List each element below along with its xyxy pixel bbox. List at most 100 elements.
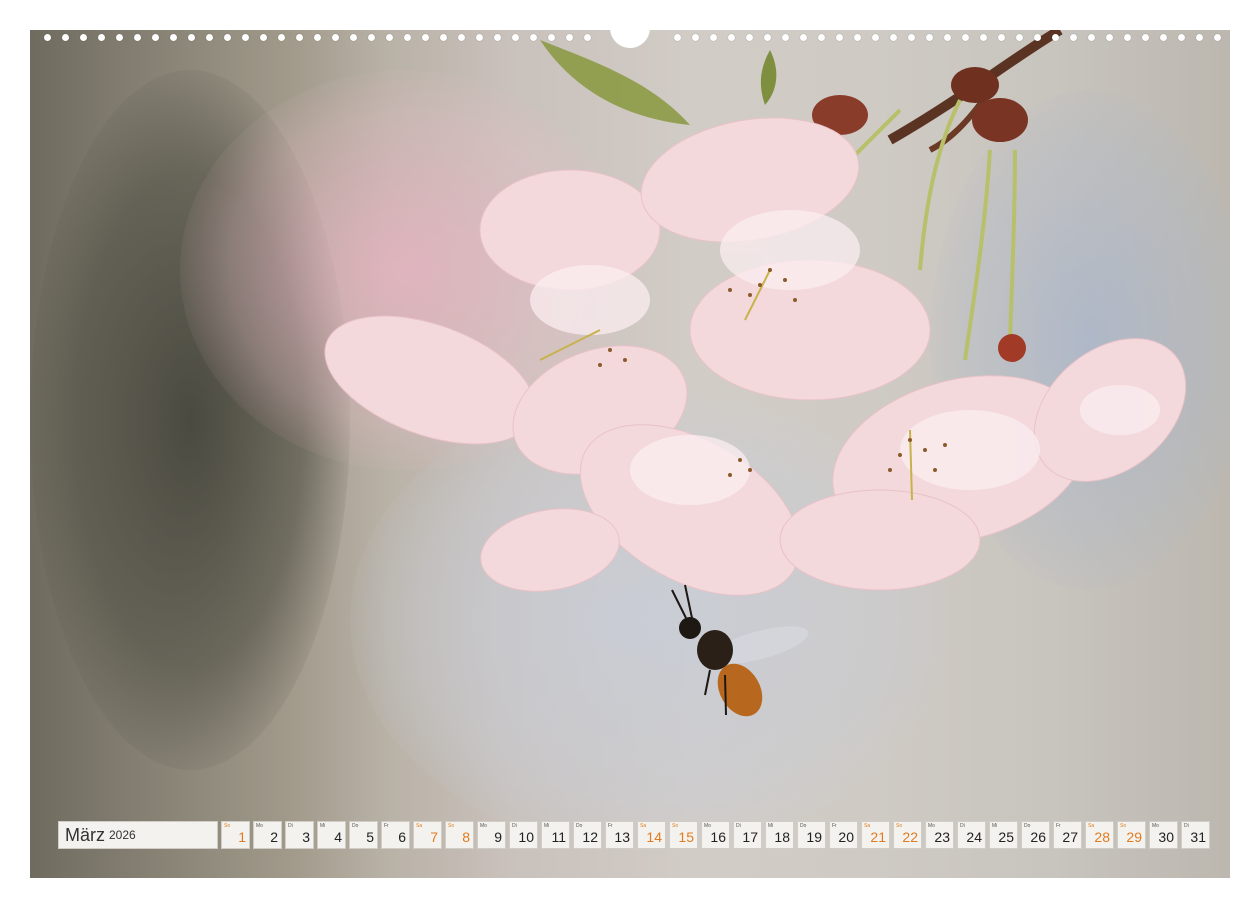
day-cell: So 1: [221, 821, 250, 849]
day-cell: Fr 20: [829, 821, 858, 849]
day-number: 3: [302, 829, 310, 845]
binding-hole: [368, 34, 375, 41]
calendar-photo: [30, 30, 1230, 878]
day-number: 18: [774, 829, 790, 845]
weekday-abbr: Sa: [1088, 823, 1095, 829]
day-cell: Fr 27: [1053, 821, 1082, 849]
weekday-abbr: Mi: [768, 823, 774, 829]
weekday-abbr: So: [224, 823, 231, 829]
binding-hole: [1070, 34, 1077, 41]
weekday-abbr: Mo: [256, 823, 263, 829]
binding-hole: [134, 34, 141, 41]
binding-hole: [728, 34, 735, 41]
day-number: 12: [582, 829, 598, 845]
day-cell: Mo 30: [1149, 821, 1178, 849]
day-number: 30: [1158, 829, 1174, 845]
binding-hole: [242, 34, 249, 41]
weekday-abbr: Di: [1184, 823, 1189, 829]
weekday-abbr: Mo: [480, 823, 487, 829]
binding-hole: [44, 34, 51, 41]
weekday-abbr: So: [448, 823, 455, 829]
binding-hole: [206, 34, 213, 41]
binding-hole: [404, 34, 411, 41]
binding-hole: [710, 34, 717, 41]
day-cell: Mo 16: [701, 821, 730, 849]
binding-hole: [1052, 34, 1059, 41]
binding-hole: [278, 34, 285, 41]
weekday-abbr: Di: [288, 823, 293, 829]
binding-hole: [476, 34, 483, 41]
day-number: 6: [398, 829, 406, 845]
day-number: 5: [366, 829, 374, 845]
binding-hole: [548, 34, 555, 41]
weekday-abbr: Fr: [1056, 823, 1061, 829]
binding-hole: [386, 34, 393, 41]
binding-hole: [116, 34, 123, 41]
weekday-abbr: Sa: [864, 823, 871, 829]
binding-hole: [314, 34, 321, 41]
binding-hole: [854, 34, 861, 41]
weekday-abbr: Mi: [992, 823, 998, 829]
binding-hole: [566, 34, 573, 41]
day-cell: Di 31: [1181, 821, 1210, 849]
weekday-abbr: Di: [736, 823, 741, 829]
binding-hole: [494, 34, 501, 41]
day-cell: Sa 7: [413, 821, 442, 849]
day-cell: Di 10: [509, 821, 538, 849]
weekday-abbr: So: [896, 823, 903, 829]
binding-hole: [512, 34, 519, 41]
binding-hole: [1034, 34, 1041, 41]
day-cell: Mi 25: [989, 821, 1018, 849]
blossom-illustration: [324, 30, 1187, 717]
day-cell: Fr 13: [605, 821, 634, 849]
binding-hole: [422, 34, 429, 41]
calendar-strip: März 2026 So 1 Mo 2 Di 3 Mi 4 Do 5 Fr 6 Sa 7 So 8 Mo 9 Di 1…: [58, 821, 1210, 849]
day-number: 17: [742, 829, 758, 845]
day-number: 14: [646, 829, 662, 845]
weekday-abbr: Fr: [832, 823, 837, 829]
day-cell: Do 26: [1021, 821, 1050, 849]
binding-hole: [746, 34, 753, 41]
day-cell: Mi 18: [765, 821, 794, 849]
day-number: 10: [518, 829, 534, 845]
day-cell: So 29: [1117, 821, 1146, 849]
weekday-abbr: Mi: [320, 823, 326, 829]
day-number: 9: [494, 829, 502, 845]
day-number: 29: [1126, 829, 1142, 845]
binding-hole: [944, 34, 951, 41]
binding-hole: [782, 34, 789, 41]
binding-hole: [152, 34, 159, 41]
day-number: 28: [1094, 829, 1110, 845]
day-cell: Fr 6: [381, 821, 410, 849]
weekday-abbr: So: [1120, 823, 1127, 829]
binding-hole: [188, 34, 195, 41]
day-number: 11: [551, 829, 566, 845]
binding-hole: [998, 34, 1005, 41]
day-cells: So 1 Mo 2 Di 3 Mi 4 Do 5 Fr 6 Sa 7 So 8 Mo 9 Di 10 Mi 11 Do 12 F…: [221, 821, 1210, 849]
binding-hole: [1214, 34, 1221, 41]
binding-hole: [260, 34, 267, 41]
binding-hole: [296, 34, 303, 41]
weekday-abbr: Fr: [608, 823, 613, 829]
day-cell: Di 17: [733, 821, 762, 849]
binding-hole: [980, 34, 987, 41]
binding-hole: [440, 34, 447, 41]
binding-hole: [458, 34, 465, 41]
day-number: 13: [614, 829, 630, 845]
year: 2026: [109, 828, 136, 842]
day-number: 15: [678, 829, 694, 845]
binding-hole: [80, 34, 87, 41]
day-cell: Sa 28: [1085, 821, 1114, 849]
binding-hole: [818, 34, 825, 41]
day-cell: Sa 21: [861, 821, 890, 849]
day-cell: Do 12: [573, 821, 602, 849]
day-number: 21: [870, 829, 886, 845]
day-number: 4: [334, 829, 342, 845]
day-cell: So 22: [893, 821, 922, 849]
binding-hole: [1142, 34, 1149, 41]
day-cell: So 15: [669, 821, 698, 849]
binding-hole: [98, 34, 105, 41]
binding-hole: [872, 34, 879, 41]
binding-hole: [1106, 34, 1113, 41]
weekday-abbr: So: [672, 823, 679, 829]
